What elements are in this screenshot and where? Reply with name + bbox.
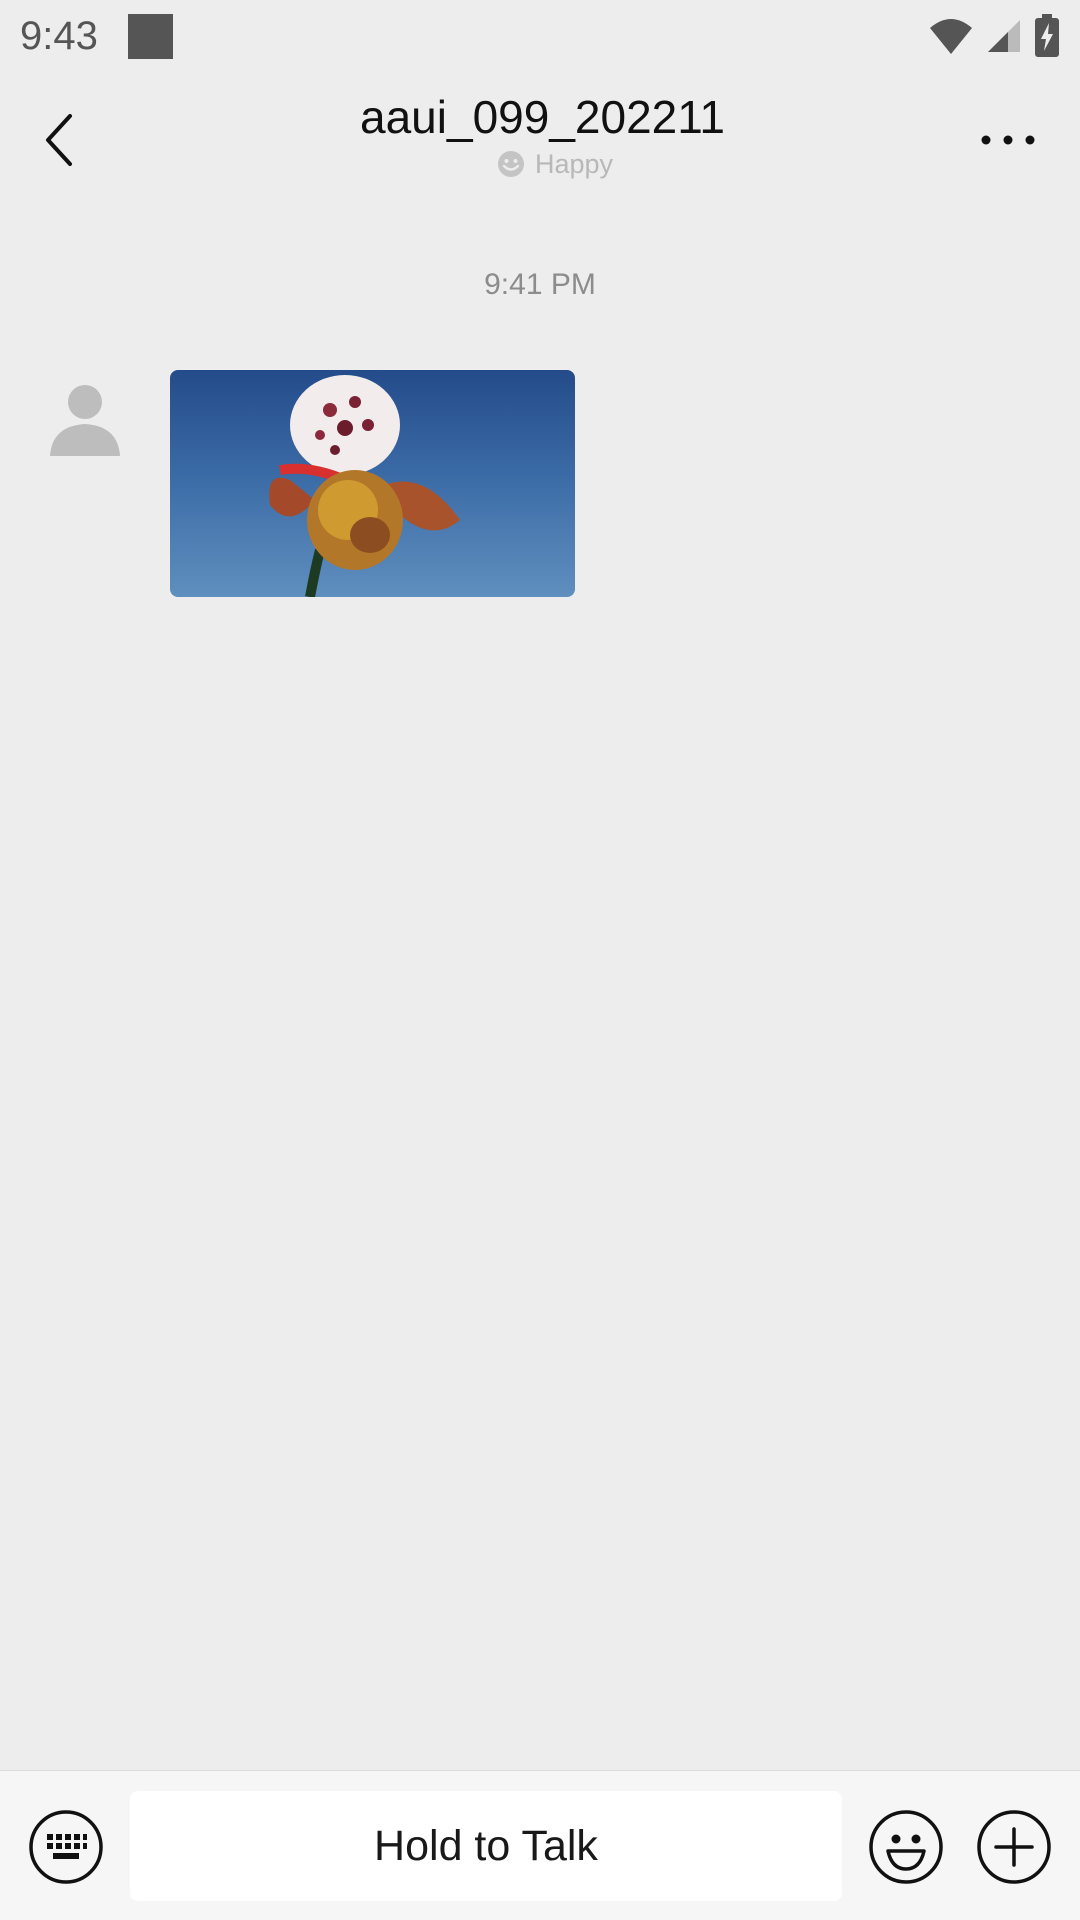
message-row (40, 370, 575, 597)
status-bar: 9:43 (0, 0, 1080, 72)
more-functions-button[interactable] (976, 1809, 1052, 1885)
contact-status: Happy (467, 149, 613, 180)
image-message[interactable] (170, 370, 575, 597)
status-right (928, 14, 1060, 58)
wifi-icon (930, 19, 972, 54)
cell-signal-icon (988, 20, 1020, 52)
keyboard-icon (29, 1810, 103, 1884)
hold-to-talk-button[interactable]: Hold to Talk (130, 1791, 842, 1901)
more-dots-icon (981, 135, 1035, 145)
emoji-icon (869, 1810, 943, 1884)
status-left: 9:43 (20, 13, 173, 59)
input-bar: Hold to Talk (0, 1770, 1080, 1920)
flower-photo (269, 375, 460, 597)
contact-status-text: Happy (534, 148, 614, 179)
keyboard-toggle-button[interactable] (28, 1809, 104, 1885)
chat-header: aaui_099_202211 Happy (0, 72, 1080, 202)
avatar[interactable] (40, 370, 130, 460)
plus-circle-icon (977, 1810, 1051, 1884)
emoji-button[interactable] (868, 1809, 944, 1885)
message-timestamp: 9:41 PM (484, 268, 596, 301)
status-time: 9:43 (20, 13, 98, 58)
smiley-icon (497, 151, 524, 178)
default-person-avatar-icon (50, 385, 120, 456)
title-wrap: aaui_099_202211 Happy (0, 92, 1080, 183)
notification-square-icon (127, 13, 173, 59)
more-options-button[interactable] (958, 100, 1058, 180)
page-title: aaui_099_202211 (360, 91, 725, 143)
battery-charging-icon (1035, 14, 1059, 57)
